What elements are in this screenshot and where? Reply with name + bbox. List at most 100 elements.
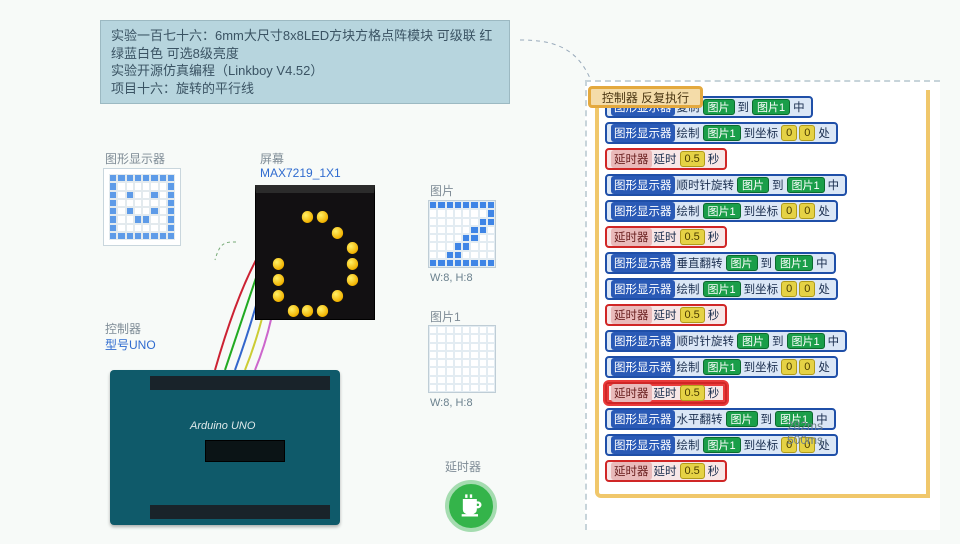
block-slot[interactable]: 0 (799, 281, 815, 297)
cup-icon (457, 492, 485, 520)
led-dot (361, 242, 372, 254)
led-dot (287, 242, 298, 254)
led-dot (346, 258, 357, 270)
block-display[interactable]: 图形显示器绘制图片1到坐标00处 (605, 278, 838, 300)
block-slot[interactable]: 0 (781, 359, 797, 375)
block-slot[interactable]: 0.5 (680, 229, 705, 245)
led-dot (346, 242, 357, 254)
led-dot (302, 274, 313, 286)
led-dot (273, 274, 284, 286)
block-slot[interactable]: 图片 (703, 99, 735, 115)
block-slot[interactable]: 图片 (737, 333, 769, 349)
block-slot[interactable]: 图片1 (775, 255, 813, 271)
graph-display-module[interactable] (103, 168, 181, 246)
led-dot (273, 289, 284, 301)
led-dot (287, 258, 298, 270)
block-slot[interactable]: 图片1 (703, 359, 741, 375)
block-slot[interactable]: 0.5 (680, 463, 705, 479)
led-dot (317, 305, 328, 317)
led-dot (332, 289, 343, 301)
led-dot (361, 258, 372, 270)
block-display[interactable]: 图形显示器绘制图片1到坐标00处 (605, 122, 838, 144)
block-display[interactable]: 图形显示器垂直翻转图片到图片1中 (605, 252, 836, 274)
led-dot (302, 211, 313, 223)
led-dot (332, 226, 343, 238)
block-slot[interactable]: 0 (799, 359, 815, 375)
block-slot[interactable]: 0.5 (680, 151, 705, 167)
label-screen: 屏幕 (260, 150, 284, 167)
block-slot[interactable]: 图片 (737, 177, 769, 193)
block-slot[interactable]: 0 (781, 203, 797, 219)
led-dot (361, 289, 372, 301)
led-dot (258, 289, 269, 301)
led-dot (258, 195, 269, 207)
block-slot[interactable]: 图片1 (703, 437, 741, 453)
block-header[interactable]: 控制器 反复执行 (588, 86, 703, 108)
led-dot (346, 274, 357, 286)
info-line1: 实验一百七十六：6mm大尺寸8x8LED方块方格点阵模块 可级联 红绿蓝白色 可… (111, 27, 499, 62)
arduino-module[interactable]: Arduino UNO (110, 370, 340, 525)
block-delay[interactable]: 延时器延时0.5秒 (605, 226, 727, 248)
led-matrix-module[interactable] (255, 185, 375, 320)
led-dot (361, 274, 372, 286)
blocks-panel[interactable]: 图形显示器复制图片到图片1中图形显示器绘制图片1到坐标00处延时器延时0.5秒图… (585, 80, 940, 530)
block-delay[interactable]: 延时器延时0.5秒 (605, 460, 727, 482)
led-dot (258, 305, 269, 317)
block-delay[interactable]: 延时器延时0.5秒 (605, 382, 727, 404)
led-dot (287, 226, 298, 238)
led-dot (317, 289, 328, 301)
timing-elapsed: 282ms (787, 419, 823, 433)
led-dot (273, 211, 284, 223)
block-slot[interactable]: 图片1 (703, 281, 741, 297)
led-dot (258, 226, 269, 238)
label-controller-model: 型号UNO (105, 336, 156, 353)
block-slot[interactable]: 图片1 (703, 203, 741, 219)
led-dot (302, 289, 313, 301)
led-dot (317, 195, 328, 207)
info-line2: 实验开源仿真编程（Linkboy V4.52） (111, 62, 499, 80)
block-slot[interactable]: 0 (781, 125, 797, 141)
led-dot (302, 226, 313, 238)
block-display[interactable]: 图形显示器绘制图片1到坐标00处 (605, 200, 838, 222)
block-slot[interactable]: 图片1 (703, 125, 741, 141)
block-slot[interactable]: 0 (799, 203, 815, 219)
block-slot[interactable]: 图片 (726, 411, 758, 427)
block-slot[interactable]: 0.5 (680, 307, 705, 323)
led-dot (361, 195, 372, 207)
led-dot (317, 274, 328, 286)
led-dot (346, 195, 357, 207)
block-slot[interactable]: 0 (781, 281, 797, 297)
label-graph-display: 图形显示器 (105, 150, 165, 167)
led-dot (258, 274, 269, 286)
block-delay[interactable]: 延时器延时0.5秒 (605, 148, 727, 170)
pic-module[interactable] (428, 200, 496, 268)
block-slot[interactable]: 图片 (726, 255, 758, 271)
led-dot (317, 226, 328, 238)
led-dot (346, 289, 357, 301)
led-dot (302, 242, 313, 254)
block-slot[interactable]: 图片1 (752, 99, 790, 115)
led-dot (332, 195, 343, 207)
delay-module[interactable] (445, 480, 497, 532)
block-display[interactable]: 图形显示器顺时针旋转图片到图片1中 (605, 330, 847, 352)
led-dot (361, 226, 372, 238)
label-delay: 延时器 (445, 458, 481, 475)
block-slot[interactable]: 图片1 (787, 333, 825, 349)
led-dot (317, 242, 328, 254)
led-dot (273, 305, 284, 317)
block-slot[interactable]: 图片1 (787, 177, 825, 193)
block-display[interactable]: 图形显示器顺时针旋转图片到图片1中 (605, 174, 847, 196)
block-delay[interactable]: 延时器延时0.5秒 (605, 304, 727, 326)
led-dot (273, 195, 284, 207)
pic1-module[interactable] (428, 325, 496, 393)
label-pic: 图片 (430, 182, 454, 199)
block-slot[interactable]: 0 (799, 125, 815, 141)
led-dot (346, 211, 357, 223)
block-display[interactable]: 图形显示器绘制图片1到坐标00处 (605, 356, 838, 378)
led-dot (302, 305, 313, 317)
pic1-dim: W:8, H:8 (430, 397, 473, 409)
led-dot (332, 242, 343, 254)
block-slot[interactable]: 0.5 (680, 385, 705, 401)
led-dot (258, 242, 269, 254)
timing-total: 500ms (787, 433, 823, 447)
